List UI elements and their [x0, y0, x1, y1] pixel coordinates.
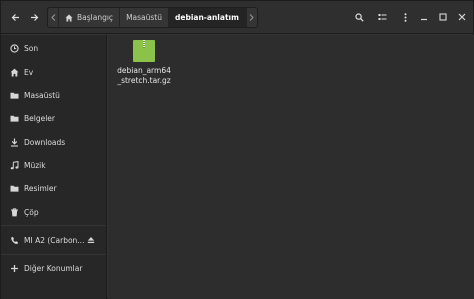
maximize-button[interactable] — [437, 11, 449, 23]
sidebar-item-trash[interactable]: Çöp — [1, 202, 106, 222]
minimize-icon — [421, 18, 427, 21]
sidebar-item-label: Son — [24, 43, 39, 53]
breadcrumb-label: Masaüstü — [126, 13, 162, 22]
maximize-icon — [439, 13, 447, 21]
arrow-right-icon — [30, 14, 38, 21]
home-icon — [10, 68, 19, 77]
arrow-left-icon — [11, 14, 19, 21]
view-list-icon — [378, 14, 386, 20]
back-button[interactable] — [6, 8, 24, 27]
sidebar-item-label: Downloads — [24, 137, 66, 147]
download-icon — [10, 138, 19, 147]
sidebar-item-label: Çöp — [24, 207, 39, 217]
sidebar-item-downloads[interactable]: Downloads — [1, 132, 106, 152]
sidebar-item-recent[interactable]: Son — [1, 38, 106, 58]
breadcrumb-scroll-right[interactable] — [245, 8, 257, 27]
breadcrumb-label: debian-anlatım — [175, 13, 239, 22]
view-options-button[interactable] — [372, 8, 392, 27]
sidebar-item-device[interactable]: MI A2 (Carbon... — [1, 230, 106, 250]
folder-icon — [10, 184, 19, 193]
trash-icon — [10, 207, 19, 217]
sidebar-item-desktop[interactable]: Masaüstü — [1, 85, 106, 105]
menu-icon — [404, 13, 406, 22]
sidebar-item-label: Belgeler — [24, 113, 55, 123]
menu-button[interactable] — [395, 8, 415, 27]
breadcrumb-home[interactable]: Başlangıç — [59, 8, 121, 27]
minimize-button[interactable] — [418, 11, 430, 23]
chevron-right-icon — [250, 14, 255, 21]
phone-icon — [10, 236, 19, 245]
sidebar-item-label: Resimler — [24, 183, 57, 193]
sidebar-item-music[interactable]: Müzik — [1, 155, 106, 175]
sidebar-separator — [1, 225, 106, 226]
forward-button[interactable] — [25, 8, 43, 27]
plus-icon — [10, 264, 19, 273]
folder-icon — [10, 91, 19, 100]
file-name: debian_arm64_stretch.tar.gz — [117, 66, 171, 85]
sidebar-item-label: Diğer Konumlar — [24, 263, 83, 273]
music-icon — [10, 160, 19, 170]
breadcrumb-label: Başlangıç — [77, 13, 114, 22]
close-icon — [458, 13, 466, 21]
search-button[interactable] — [349, 8, 369, 27]
clock-icon — [10, 43, 19, 53]
sidebar-item-label: Müzik — [24, 160, 46, 170]
sidebar-item-label: Ev — [24, 67, 34, 77]
sidebar-item-documents[interactable]: Belgeler — [1, 108, 106, 128]
file-manager-window: Başlangıç Masaüstü debian-anlatım Son Ev… — [0, 0, 474, 299]
breadcrumb-desktop[interactable]: Masaüstü — [120, 8, 169, 27]
breadcrumb-scroll-left[interactable] — [48, 8, 59, 27]
archive-icon — [133, 40, 155, 62]
sidebar-item-label: Masaüstü — [24, 90, 60, 100]
sidebar-item-label: MI A2 (Carbon... — [24, 235, 85, 245]
file-item[interactable]: debian_arm64_stretch.tar.gz — [116, 39, 172, 85]
sidebar-item-pictures[interactable]: Resimler — [1, 178, 106, 198]
sidebar-item-home[interactable]: Ev — [1, 62, 106, 82]
breadcrumb-current[interactable]: debian-anlatım — [169, 8, 246, 27]
sidebar-item-other-locations[interactable]: Diğer Konumlar — [1, 258, 106, 278]
eject-icon[interactable] — [87, 236, 95, 246]
chevron-left-icon — [50, 14, 55, 21]
home-icon — [65, 14, 73, 21]
sidebar-separator — [1, 254, 106, 255]
folder-icon — [10, 114, 19, 123]
header-bar: Başlangıç Masaüstü debian-anlatım — [1, 1, 473, 34]
zipper-mark — [143, 40, 145, 48]
file-view[interactable]: debian_arm64_stretch.tar.gz — [108, 35, 474, 299]
breadcrumb: Başlangıç Masaüstü debian-anlatım — [47, 7, 258, 28]
places-sidebar: Son Ev Masaüstü Belgeler Downloads Müzik… — [1, 35, 107, 299]
search-icon — [354, 13, 364, 22]
close-button[interactable] — [456, 11, 468, 23]
